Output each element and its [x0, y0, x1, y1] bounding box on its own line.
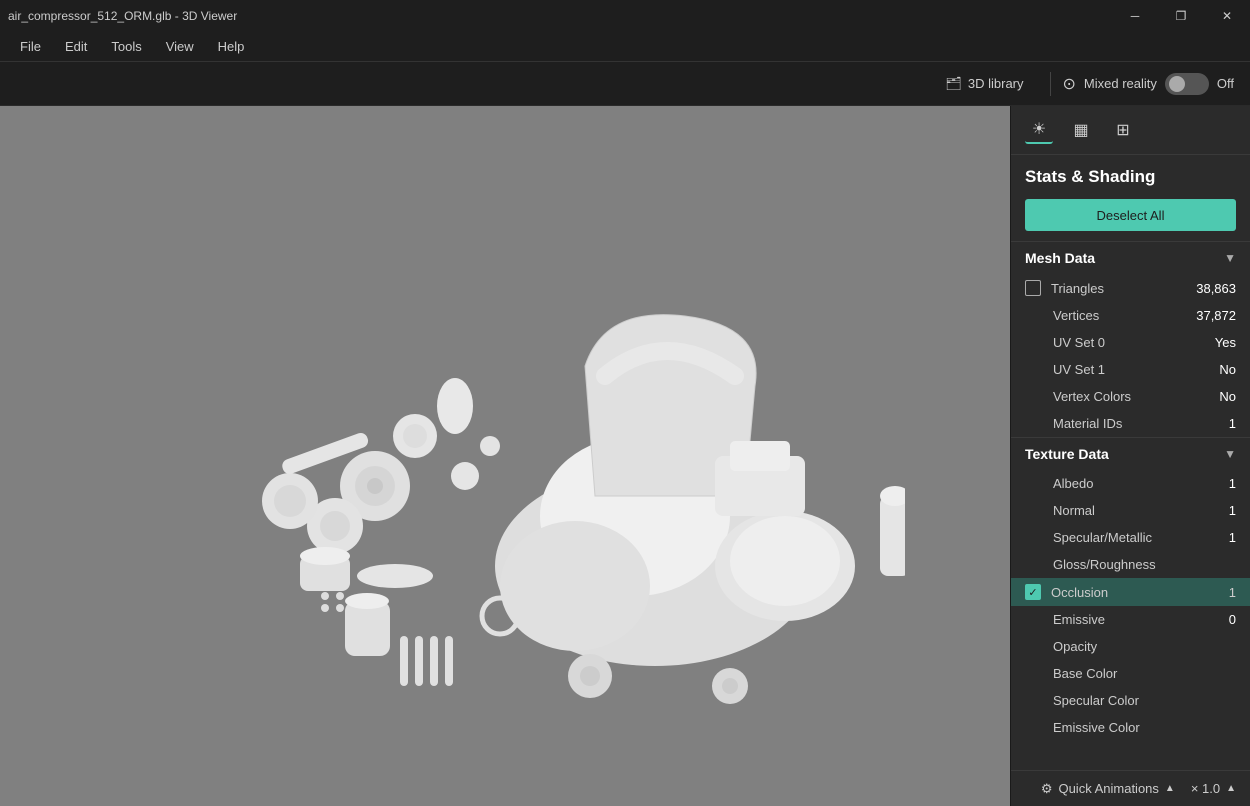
mixed-reality-icon: ⊙: [1063, 74, 1076, 94]
albedo-label: Albedo: [1053, 476, 1093, 491]
title-text: air_compressor_512_ORM.glb - 3D Viewer: [8, 9, 237, 23]
bottom-bar: ⚙ Quick Animations ▲ × 1.0 ▲: [1011, 770, 1250, 806]
library-button[interactable]: 🗂 3D library: [931, 70, 1037, 98]
uv-set-1-value: No: [1219, 362, 1236, 377]
table-row: Vertex Colors No: [1011, 383, 1250, 410]
uv-set-0-value: Yes: [1215, 335, 1236, 350]
uv-set-0-label: UV Set 0: [1053, 335, 1105, 350]
library-icon: 🗂: [945, 76, 962, 92]
quick-anim-icon: ⚙: [1041, 781, 1053, 797]
off-label: Off: [1217, 76, 1234, 91]
vertices-value: 37,872: [1196, 308, 1236, 323]
model-svg: [105, 146, 905, 766]
main-area: ☀ ▦ ⊞ Stats & Shading Deselect All Mesh …: [0, 106, 1250, 806]
table-row: Specular Color: [1011, 687, 1250, 714]
base-color-label: Base Color: [1053, 666, 1117, 681]
occlusion-label: Occlusion: [1051, 585, 1108, 600]
deselect-all-button[interactable]: Deselect All: [1025, 199, 1236, 231]
panel-icons: ☀ ▦ ⊞: [1011, 106, 1250, 155]
toggle-knob: [1169, 76, 1185, 92]
menu-view[interactable]: View: [154, 35, 206, 58]
menu-help[interactable]: Help: [206, 35, 257, 58]
library-label: 3D library: [968, 76, 1024, 91]
material-ids-value: 1: [1229, 416, 1236, 431]
quick-anim-label: Quick Animations: [1058, 781, 1158, 796]
emissive-color-label: Emissive Color: [1053, 720, 1140, 735]
menu-file[interactable]: File: [8, 35, 53, 58]
material-ids-label: Material IDs: [1053, 416, 1122, 431]
top-bar: 🗂 3D library ⊙ Mixed reality Off: [0, 62, 1250, 106]
scale-chevron: ▲: [1226, 783, 1236, 794]
mesh-data-title: Mesh Data: [1025, 250, 1095, 266]
texture-data-chevron: ▼: [1224, 447, 1236, 461]
table-row: UV Set 1 No: [1011, 356, 1250, 383]
specular-metallic-label: Specular/Metallic: [1053, 530, 1152, 545]
close-button[interactable]: ✕: [1204, 0, 1250, 32]
occlusion-value: 1: [1229, 585, 1236, 600]
mesh-data-section-header[interactable]: Mesh Data ▼: [1011, 241, 1250, 274]
table-row[interactable]: ✓ Occlusion 1: [1011, 578, 1250, 606]
3d-viewport[interactable]: [0, 106, 1010, 806]
gloss-roughness-label: Gloss/Roughness: [1053, 557, 1156, 572]
triangles-checkbox[interactable]: [1025, 280, 1041, 296]
table-row: Emissive Color: [1011, 714, 1250, 741]
table-row: Specular/Metallic 1: [1011, 524, 1250, 551]
restore-button[interactable]: ❐: [1158, 0, 1204, 32]
right-panel: ☀ ▦ ⊞ Stats & Shading Deselect All Mesh …: [1010, 106, 1250, 806]
grid-icon-button[interactable]: ▦: [1067, 116, 1095, 144]
uv-set-1-label: UV Set 1: [1053, 362, 1105, 377]
vertex-colors-value: No: [1219, 389, 1236, 404]
table-row: Vertices 37,872: [1011, 302, 1250, 329]
panel-spacer: [1011, 741, 1250, 770]
albedo-value: 1: [1229, 476, 1236, 491]
panel-title: Stats & Shading: [1011, 155, 1250, 195]
title-bar: air_compressor_512_ORM.glb - 3D Viewer ─…: [0, 0, 1250, 32]
separator: [1050, 72, 1051, 96]
apps-icon-button[interactable]: ⊞: [1109, 116, 1137, 144]
minimize-button[interactable]: ─: [1112, 0, 1158, 32]
mesh-data-chevron: ▼: [1224, 251, 1236, 265]
texture-data-title: Texture Data: [1025, 446, 1109, 462]
table-row[interactable]: Triangles 38,863: [1011, 274, 1250, 302]
table-row: Emissive 0: [1011, 606, 1250, 633]
table-row: Opacity: [1011, 633, 1250, 660]
table-row: UV Set 0 Yes: [1011, 329, 1250, 356]
vertex-colors-label: Vertex Colors: [1053, 389, 1131, 404]
chevron-up-icon: ▲: [1165, 783, 1175, 794]
mixed-reality-label: Mixed reality: [1084, 76, 1157, 91]
triangles-value: 38,863: [1196, 281, 1236, 296]
menu-edit[interactable]: Edit: [53, 35, 99, 58]
triangles-label: Triangles: [1051, 281, 1104, 296]
occlusion-checkbox[interactable]: ✓: [1025, 584, 1041, 600]
normal-value: 1: [1229, 503, 1236, 518]
menu-tools[interactable]: Tools: [99, 35, 153, 58]
table-row: Albedo 1: [1011, 470, 1250, 497]
mixed-reality-toggle[interactable]: [1165, 73, 1209, 95]
quick-animations[interactable]: ⚙ Quick Animations ▲ × 1.0 ▲: [1041, 781, 1236, 797]
model-container: [0, 106, 1010, 806]
specular-color-label: Specular Color: [1053, 693, 1139, 708]
opacity-label: Opacity: [1053, 639, 1097, 654]
table-row: Base Color: [1011, 660, 1250, 687]
emissive-value: 0: [1229, 612, 1236, 627]
mixed-reality-area: ⊙ Mixed reality Off: [1063, 73, 1234, 95]
table-row: Normal 1: [1011, 497, 1250, 524]
normal-label: Normal: [1053, 503, 1095, 518]
specular-metallic-value: 1: [1229, 530, 1236, 545]
table-row: Gloss/Roughness: [1011, 551, 1250, 578]
window-controls: ─ ❐ ✕: [1112, 0, 1250, 32]
table-row: Material IDs 1: [1011, 410, 1250, 437]
vertices-label: Vertices: [1053, 308, 1099, 323]
emissive-label: Emissive: [1053, 612, 1105, 627]
menu-bar: File Edit Tools View Help: [0, 32, 1250, 62]
scale-label: × 1.0: [1191, 781, 1220, 796]
texture-data-section-header[interactable]: Texture Data ▼: [1011, 437, 1250, 470]
sun-icon-button[interactable]: ☀: [1025, 116, 1053, 144]
